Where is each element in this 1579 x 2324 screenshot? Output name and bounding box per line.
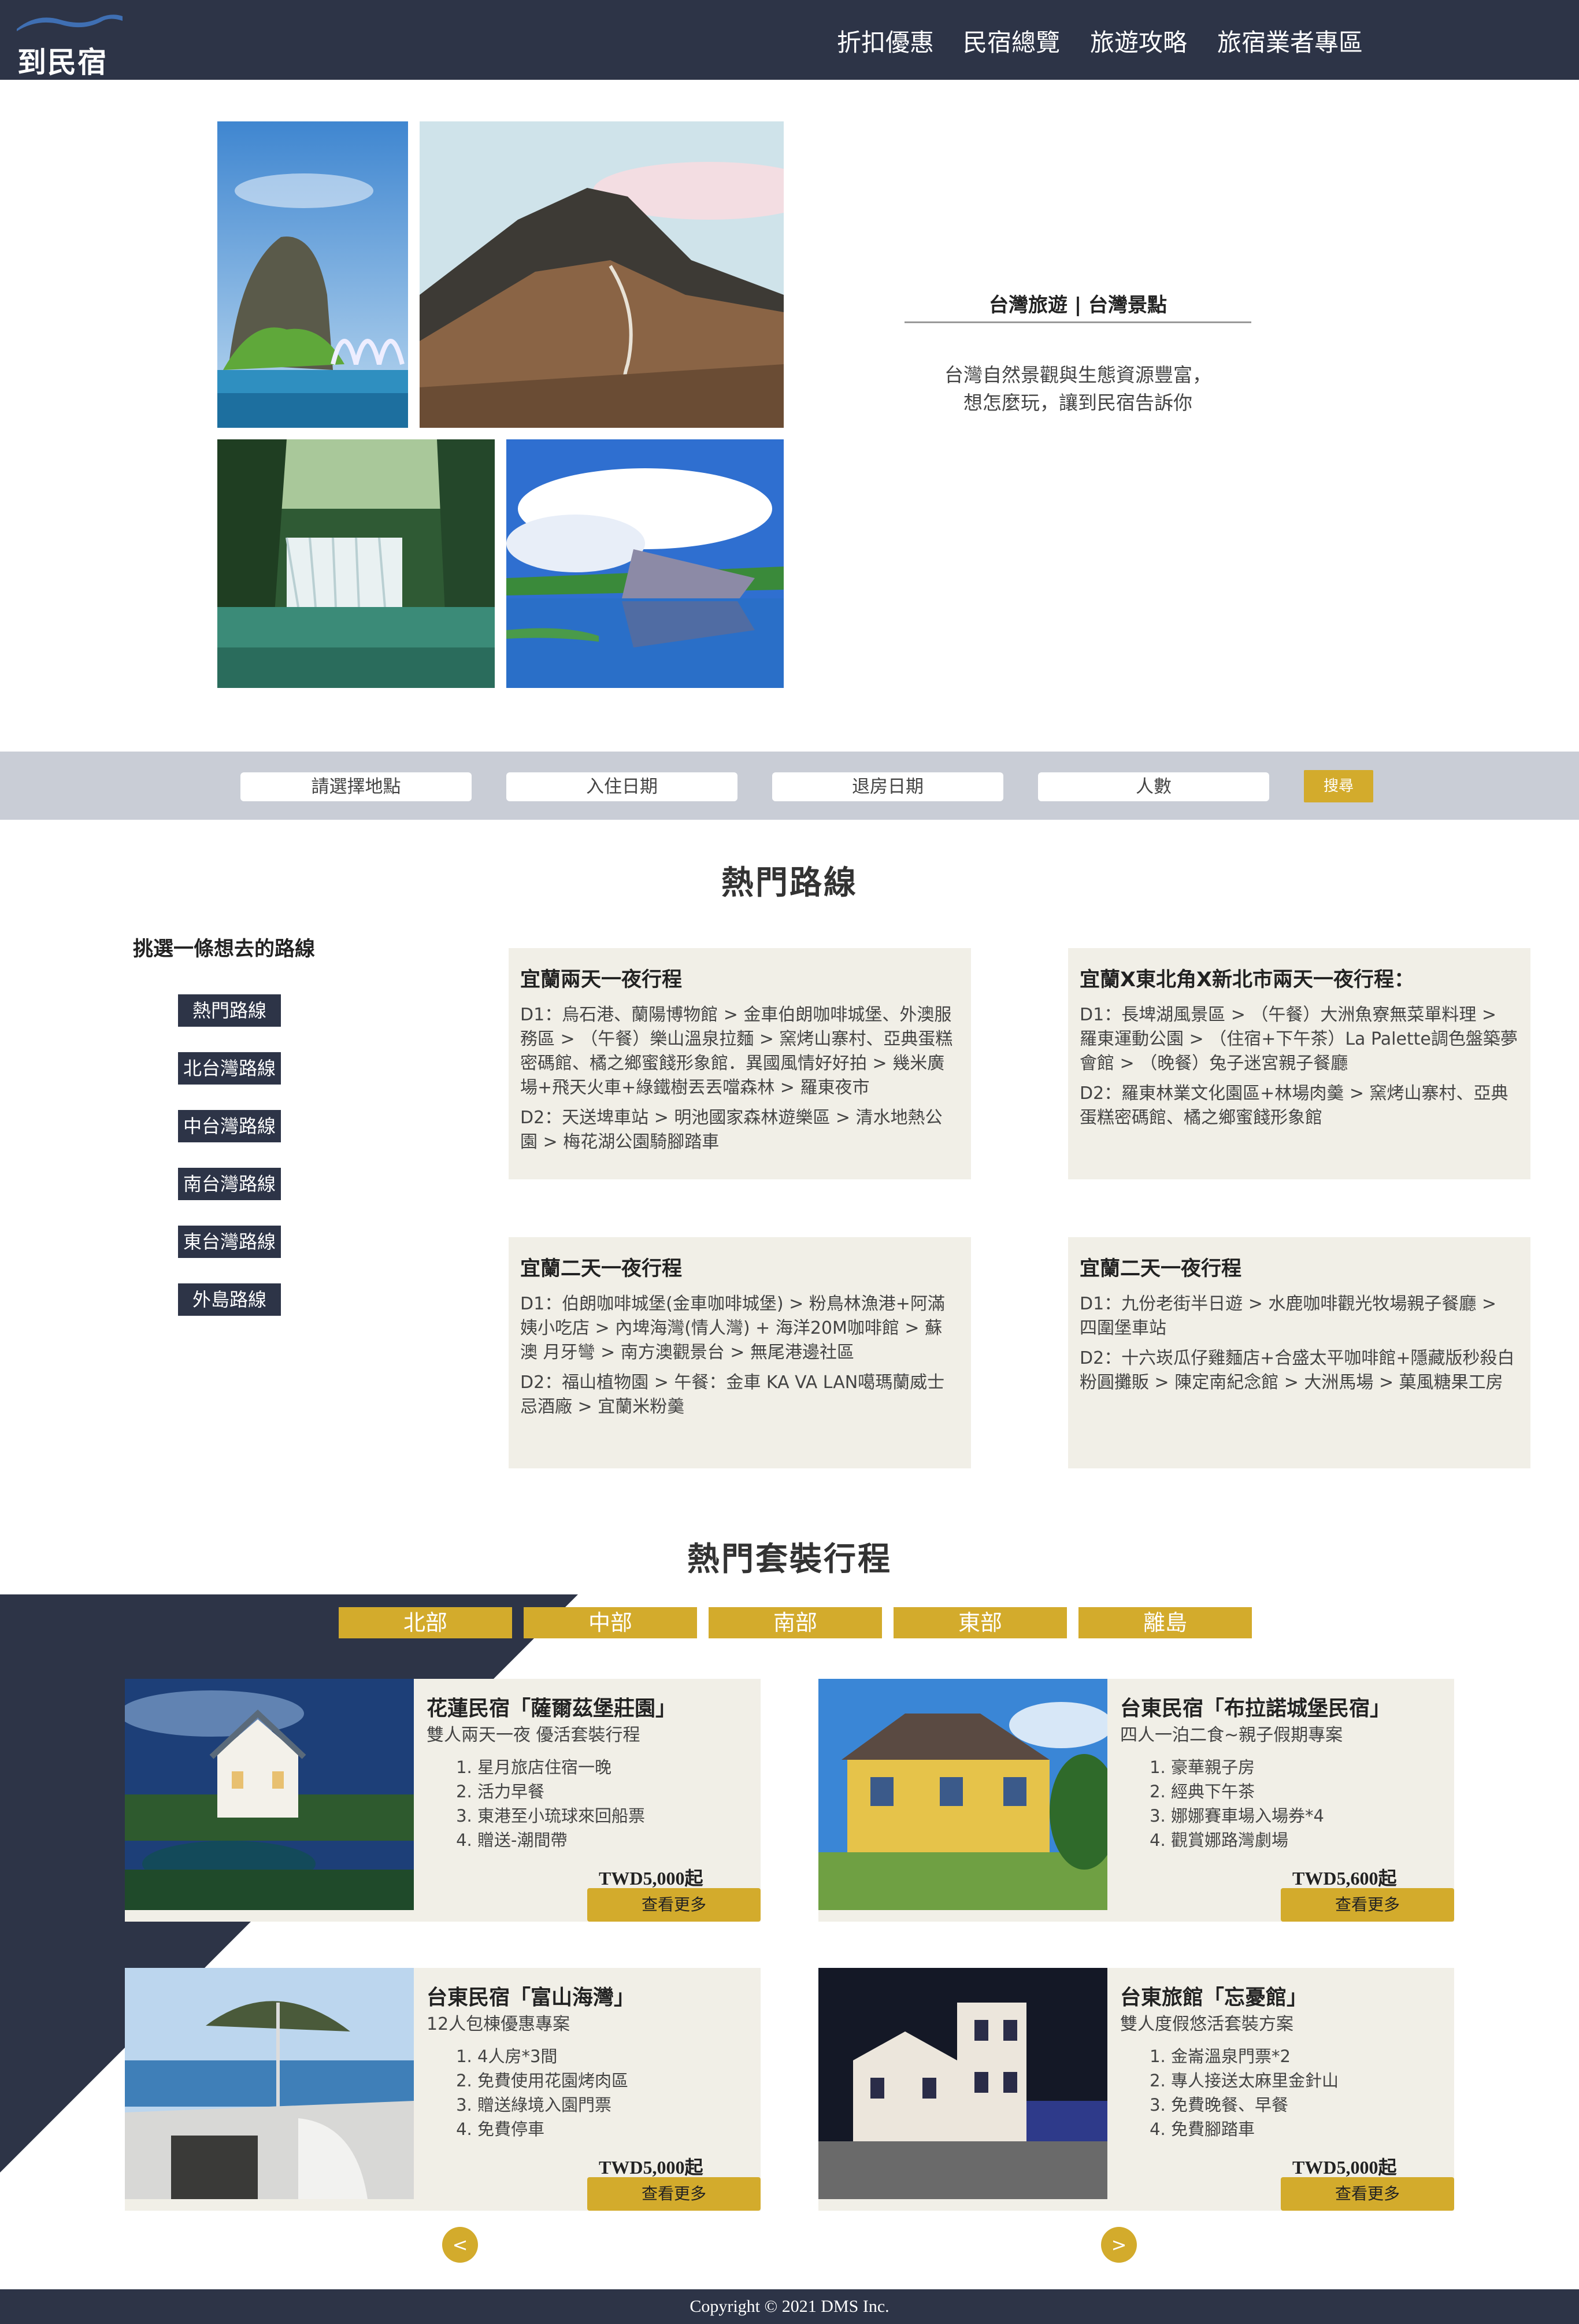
checkin-date-input[interactable]: 入住日期 [506, 772, 737, 801]
package-items: 豪華親子房 經典下午茶 娜娜賽車場入場券*4 觀賞娜路灣劇場 [1154, 1755, 1324, 1852]
hero-desc-line-2: 想怎麼玩，讓到民宿告訴你 [963, 391, 1192, 414]
tab-islands[interactable]: 離島 [1078, 1607, 1252, 1638]
package-item: 經典下午茶 [1171, 1779, 1324, 1804]
hero-photo-mountain [420, 121, 784, 428]
hero-divider [905, 321, 1251, 323]
package-item: 活力早餐 [477, 1779, 645, 1804]
view-more-button[interactable]: 查看更多 [587, 1888, 761, 1922]
route-card-title: 宜蘭X東北角X新北市兩天一夜行程： [1080, 968, 1414, 991]
guests-input[interactable]: 人數 [1038, 772, 1269, 801]
package-photo-umbrella [125, 1968, 414, 2199]
checkout-date-input[interactable]: 退房日期 [772, 772, 1003, 801]
hero-description: 台灣自然景觀與生態資源豐富， 想怎麼玩，讓到民宿告訴你 [905, 361, 1251, 417]
tab-east[interactable]: 東部 [894, 1607, 1067, 1638]
tab-central[interactable]: 中部 [524, 1607, 697, 1638]
hero-title: 台灣旅遊 | 台灣景點 [988, 294, 1167, 317]
hero-desc-line-1: 台灣自然景觀與生態資源豐富， [944, 364, 1211, 386]
route-card-day2: D2：天送埤車站 > 明池國家森林遊樂區 > 清水地熱公園 > 梅花湖公園騎腳踏… [520, 1108, 943, 1152]
package-item: 免費停車 [477, 2117, 628, 2141]
package-item: 東港至小琉球來回船票 [477, 1804, 645, 1828]
package-subtitle: 雙人兩天一夜 優活套裝行程 [427, 1725, 640, 1745]
route-card-day1: D1：長埤湖風景區 > （午餐）大洲魚寮無菜單料理 > 羅東運動公園 > （住宿… [1080, 1005, 1518, 1074]
route-button-islands[interactable]: 外島路線 [178, 1283, 281, 1316]
route-card[interactable]: 宜蘭X東北角X新北市兩天一夜行程： D1：長埤湖風景區 > （午餐）大洲魚寮無菜… [1068, 948, 1530, 1179]
package-item: 免費使用花園烤肉區 [477, 2068, 628, 2093]
route-card-title: 宜蘭二天一夜行程 [1080, 1257, 1242, 1281]
package-item: 贈送綠境入園門票 [477, 2093, 628, 2117]
package-subtitle: 12人包棟優惠專案 [427, 2014, 570, 2034]
hero-photo-waterfall [217, 439, 495, 688]
package-items: 金崙溫泉門票*2 專人接送太麻里金針山 免費晚餐、早餐 免費腳踏車 [1154, 2044, 1339, 2141]
route-card-day2: D2：十六崁瓜仔雞麵店+合盛太平咖啡館+隱藏版秒殺白粉圓攤販 > 陳定南紀念館 … [1080, 1348, 1515, 1393]
nav-discounts[interactable]: 折扣優惠 [837, 23, 934, 58]
route-card-day2: D2：福山植物園 > 午餐：金車 KA VA LAN噶瑪蘭威士忌酒廠 > 宜蘭米… [520, 1372, 945, 1417]
route-card-title: 宜蘭二天一夜行程 [520, 1257, 683, 1281]
package-photo-night-hotel [818, 1968, 1107, 2199]
route-button-central[interactable]: 中台灣路線 [178, 1110, 281, 1142]
route-button-north[interactable]: 北台灣路線 [178, 1052, 281, 1085]
routes-title: 熱門路線 [721, 864, 858, 902]
package-price: TWD5,000起 [599, 1868, 703, 1889]
top-navbar: 到民宿 折扣優惠 民宿總覽 旅遊攻略 旅宿業者專區 [0, 0, 1579, 80]
package-price: TWD5,000起 [599, 2157, 703, 2178]
route-card-day1: D1：九份老街半日遊 > 水鹿咖啡觀光牧場親子餐廳 > 四圍堡車站 [1080, 1294, 1497, 1338]
package-item: 贈送-潮間帶 [477, 1828, 645, 1852]
package-item: 4人房*3間 [477, 2044, 628, 2068]
package-item: 專人接送太麻里金針山 [1171, 2068, 1339, 2093]
tab-north[interactable]: 北部 [339, 1607, 512, 1638]
route-button-popular[interactable]: 熱門路線 [178, 994, 281, 1027]
hero-photo-museum [506, 439, 784, 688]
package-title: 台東旅館「忘憂館」 [1120, 1986, 1308, 2010]
packages-title: 熱門套裝行程 [687, 1541, 892, 1578]
package-card[interactable]: 台東民宿「布拉諾城堡民宿」 四人一泊二食~親子假期專案 豪華親子房 經典下午茶 … [818, 1679, 1454, 1922]
package-subtitle: 雙人度假悠活套裝方案 [1120, 2014, 1293, 2034]
routes-prompt: 挑選一條想去的路線 [133, 938, 316, 961]
route-card[interactable]: 宜蘭兩天一夜行程 D1：烏石港、蘭陽博物館 > 金車伯朗咖啡城堡、外澳服務區 >… [509, 948, 971, 1179]
view-more-button[interactable]: 查看更多 [1281, 2177, 1454, 2211]
route-card-day2: D2：羅東林業文化園區+林場肉羹 > 窯烤山寨村、亞典蛋糕密碼館、橘之鄉蜜餞形象… [1080, 1083, 1508, 1128]
package-items: 4人房*3間 免費使用花園烤肉區 贈送綠境入園門票 免費停車 [460, 2044, 628, 2141]
package-item: 星月旅店住宿一晚 [477, 1755, 645, 1779]
carousel-prev-button[interactable]: < [442, 2227, 478, 2263]
nav-operators[interactable]: 旅宿業者專區 [1217, 23, 1363, 58]
carousel-next-button[interactable]: > [1101, 2227, 1137, 2263]
route-button-east[interactable]: 東台灣路線 [178, 1226, 281, 1258]
package-card[interactable]: 台東旅館「忘憂館」 雙人度假悠活套裝方案 金崙溫泉門票*2 專人接送太麻里金針山… [818, 1968, 1454, 2211]
location-select[interactable]: 請選擇地點 [240, 772, 472, 801]
nav-homestays[interactable]: 民宿總覽 [963, 23, 1060, 58]
package-title: 台東民宿「富山海灣」 [427, 1986, 635, 2010]
view-more-button[interactable]: 查看更多 [587, 2177, 761, 2211]
search-button[interactable]: 搜尋 [1304, 770, 1373, 802]
route-button-south[interactable]: 南台灣路線 [178, 1168, 281, 1200]
package-card[interactable]: 花蓮民宿「薩爾茲堡莊園」 雙人兩天一夜 優活套裝行程 星月旅店住宿一晚 活力早餐… [125, 1679, 761, 1922]
package-price: TWD5,000起 [1292, 2157, 1397, 2178]
nav-travel-guide[interactable]: 旅遊攻略 [1090, 23, 1187, 58]
package-price: TWD5,600起 [1292, 1868, 1397, 1889]
package-subtitle: 四人一泊二食~親子假期專案 [1120, 1725, 1343, 1745]
route-card-day1: D1：伯朗咖啡城堡(金車咖啡城堡) > 粉鳥林漁港+阿滿姨小吃店 > 內埤海灣(… [520, 1294, 945, 1363]
view-more-button[interactable]: 查看更多 [1281, 1888, 1454, 1922]
hero-photo-sea-rock [217, 121, 408, 428]
package-title: 花蓮民宿「薩爾茲堡莊園」 [427, 1697, 677, 1720]
package-photo-castle [818, 1679, 1107, 1910]
package-item: 免費晚餐、早餐 [1171, 2093, 1339, 2117]
route-card[interactable]: 宜蘭二天一夜行程 D1：九份老街半日遊 > 水鹿咖啡觀光牧場親子餐廳 > 四圍堡… [1068, 1237, 1530, 1468]
footer-copyright: Copyright © 2021 DMS Inc. [0, 2289, 1579, 2324]
package-item: 娜娜賽車場入場券*4 [1171, 1804, 1324, 1828]
route-card[interactable]: 宜蘭二天一夜行程 D1：伯朗咖啡城堡(金車咖啡城堡) > 粉鳥林漁港+阿滿姨小吃… [509, 1237, 971, 1468]
logo-wave-icon [17, 14, 123, 31]
package-item: 觀賞娜路灣劇場 [1171, 1828, 1324, 1852]
route-card-day1: D1：烏石港、蘭陽博物館 > 金車伯朗咖啡城堡、外澳服務區 > （午餐）樂山溫泉… [520, 1005, 953, 1098]
package-photo-villa [125, 1679, 414, 1910]
logo-text: 到民宿 [17, 45, 108, 79]
package-card[interactable]: 台東民宿「富山海灣」 12人包棟優惠專案 4人房*3間 免費使用花園烤肉區 贈送… [125, 1968, 761, 2211]
package-item: 金崙溫泉門票*2 [1171, 2044, 1339, 2068]
route-card-title: 宜蘭兩天一夜行程 [520, 968, 683, 991]
tab-south[interactable]: 南部 [709, 1607, 882, 1638]
logo[interactable]: 到民宿 [12, 9, 127, 79]
package-item: 免費腳踏車 [1171, 2117, 1339, 2141]
package-title: 台東民宿「布拉諾城堡民宿」 [1120, 1697, 1391, 1720]
package-items: 星月旅店住宿一晚 活力早餐 東港至小琉球來回船票 贈送-潮間帶 [460, 1755, 645, 1852]
package-item: 豪華親子房 [1171, 1755, 1324, 1779]
